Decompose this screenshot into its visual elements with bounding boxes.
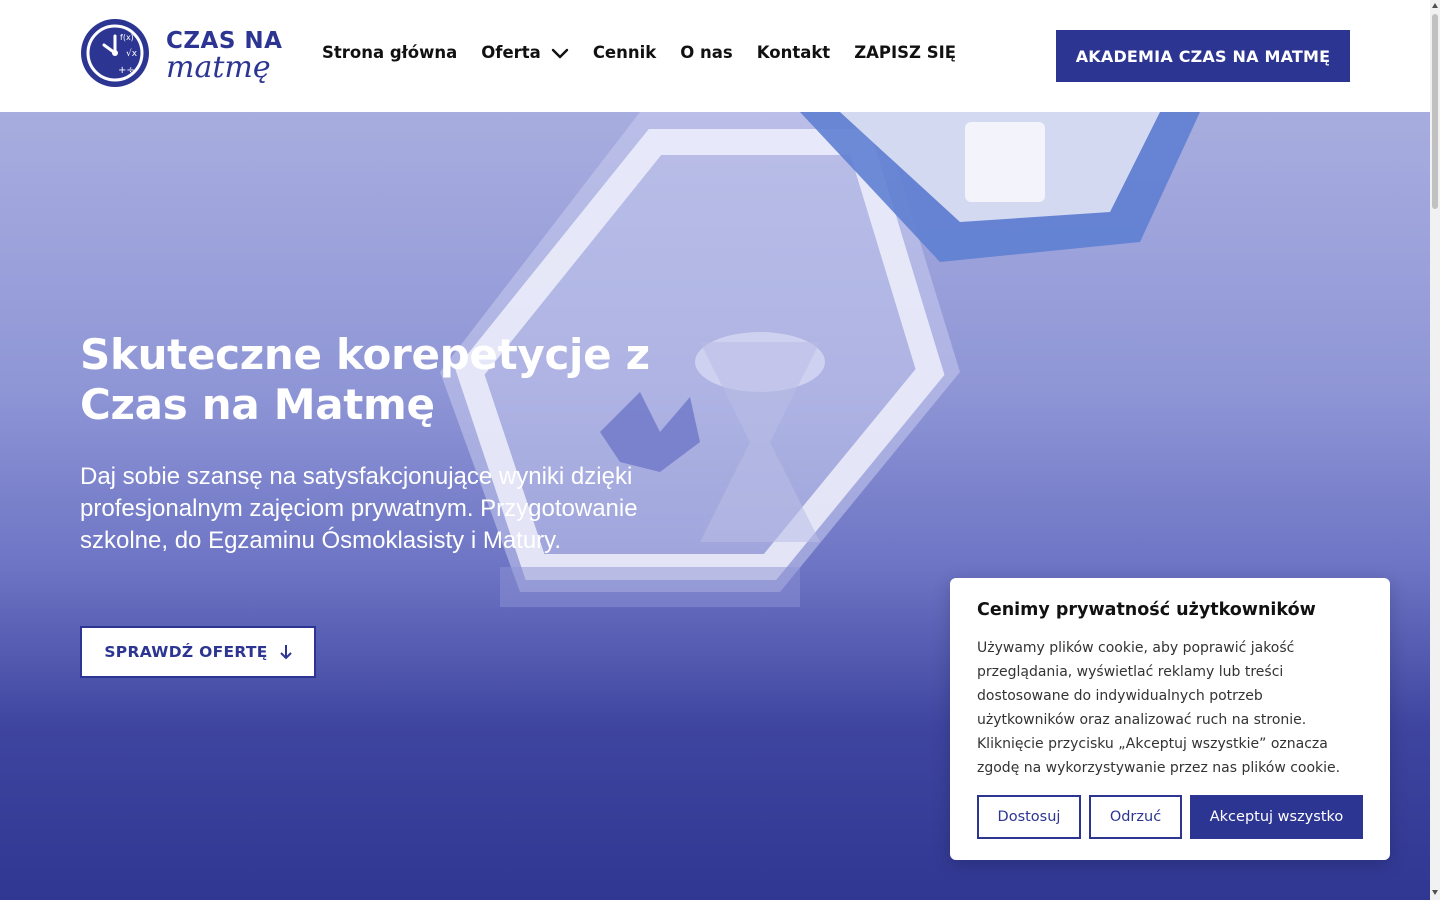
main-nav: Strona główna Oferta Cennik O nas Kontak…: [322, 43, 980, 62]
scroll-up-arrow-icon[interactable]: [1431, 2, 1439, 10]
check-offer-button[interactable]: SPRAWDŹ OFERTĘ: [80, 626, 316, 678]
check-offer-label: SPRAWDŹ OFERTĘ: [104, 643, 268, 661]
hero-title: Skuteczne korepetycje z Czas na Matmę: [80, 330, 680, 430]
cookie-text: Używamy plików cookie, aby poprawić jako…: [977, 640, 1341, 776]
site-header: f(x) √x +÷ CZAS NA matmę Strona główna O…: [0, 0, 1430, 112]
clock-math-icon: f(x) √x +÷: [81, 19, 149, 87]
cookie-title: Cenimy prywatność użytkowników: [977, 600, 1316, 620]
arrow-down-icon: [279, 645, 292, 660]
cookie-customize-button[interactable]: Dostosuj: [977, 795, 1081, 839]
scroll-down-arrow-icon[interactable]: [1431, 888, 1439, 896]
nav-item-home[interactable]: Strona główna: [322, 43, 457, 62]
nav-item-pricing[interactable]: Cennik: [593, 43, 656, 62]
chevron-down-icon: [551, 48, 569, 58]
cookie-consent-banner: Cenimy prywatność użytkowników Używamy p…: [950, 578, 1390, 860]
logo-line2: matmę: [166, 50, 271, 85]
nav-item-offer-label: Oferta: [481, 43, 541, 62]
hero-title-line1: Skuteczne korepetycje z: [80, 330, 650, 379]
academy-button[interactable]: AKADEMIA CZAS NA MATMĘ: [1056, 30, 1350, 82]
hero-title-line2: Czas na Matmę: [80, 380, 435, 429]
nav-item-signup[interactable]: ZAPISZ SIĘ: [854, 43, 956, 62]
svg-text:√x: √x: [126, 48, 138, 59]
cookie-buttons: Dostosuj Odrzuć Akceptuj wszystko: [977, 795, 1363, 839]
logo-wordmark: CZAS NA matmę: [166, 28, 282, 85]
svg-text:f(x): f(x): [120, 33, 134, 42]
nav-item-offer[interactable]: Oferta: [481, 43, 569, 62]
nav-item-about[interactable]: O nas: [680, 43, 732, 62]
svg-text:+÷: +÷: [118, 65, 135, 76]
cookie-reject-button[interactable]: Odrzuć: [1089, 795, 1182, 839]
hero-subtitle: Daj sobie szansę na satysfakcjonujące wy…: [80, 463, 638, 554]
scrollbar-thumb[interactable]: [1432, 14, 1438, 209]
nav-item-contact[interactable]: Kontakt: [757, 43, 830, 62]
cookie-accept-all-button[interactable]: Akceptuj wszystko: [1190, 795, 1363, 839]
logo-link[interactable]: f(x) √x +÷ CZAS NA matmę: [80, 18, 290, 90]
